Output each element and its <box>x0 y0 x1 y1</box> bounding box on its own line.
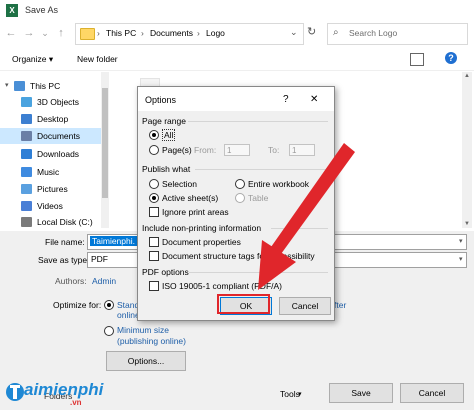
annotation-arrow <box>258 143 355 290</box>
watermark-brand: aimienphi <box>24 380 104 399</box>
watermark-suffix: .vn <box>70 398 82 407</box>
